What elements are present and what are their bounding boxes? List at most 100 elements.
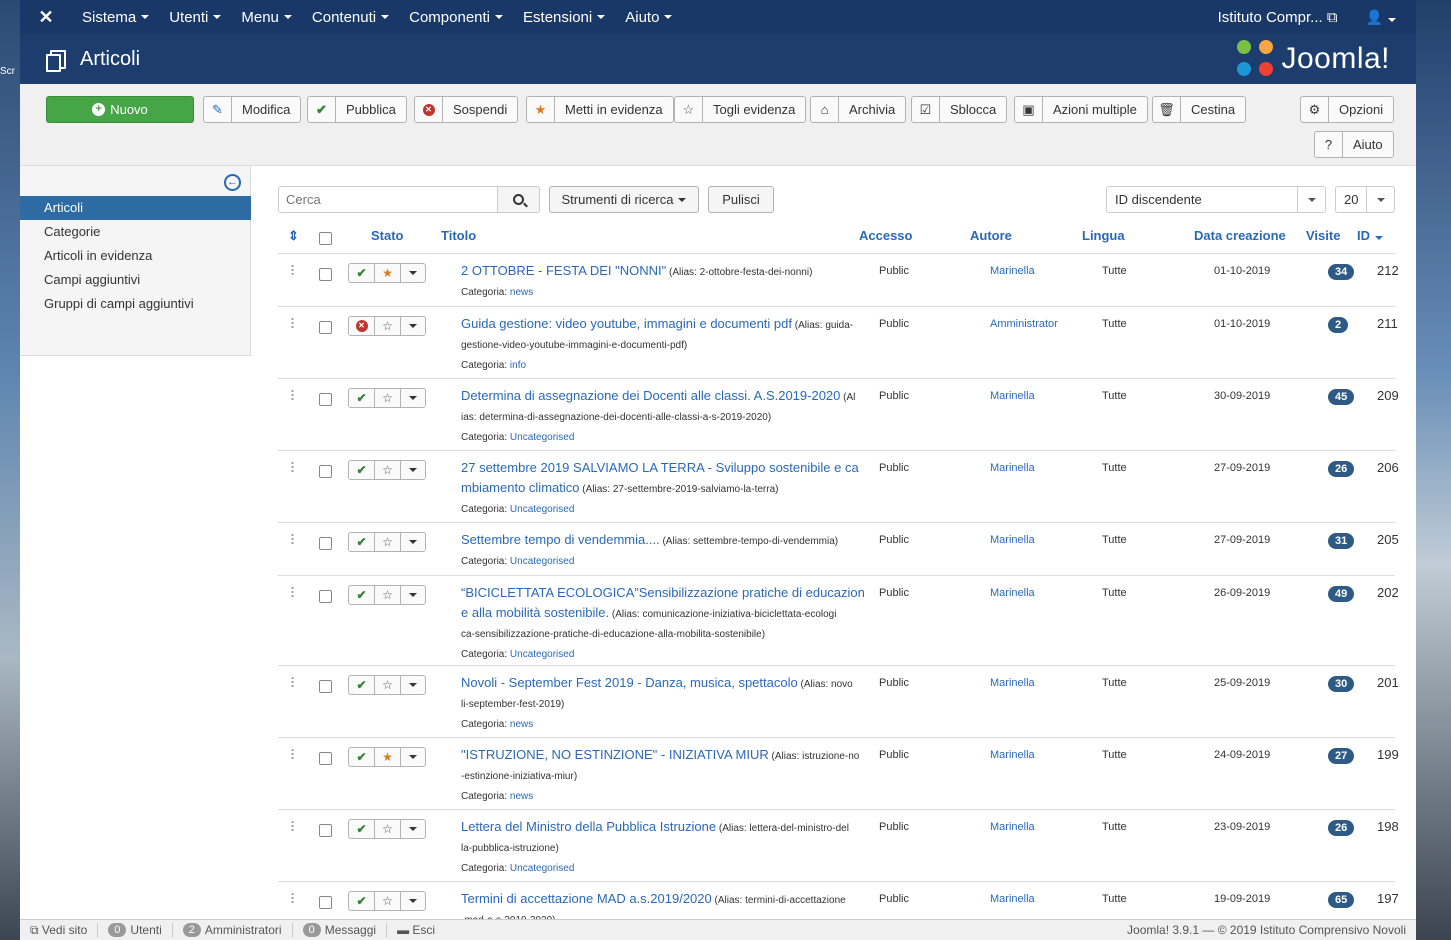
drag-handle-icon[interactable] (291, 676, 294, 687)
category-link[interactable]: news (510, 791, 533, 802)
row-checkbox[interactable] (319, 824, 332, 837)
actions-dropdown-button[interactable] (401, 264, 425, 282)
toggle-featured-button[interactable]: ☆ (375, 586, 401, 604)
article-title-link[interactable]: Lettera del Ministro della Pubblica Istr… (461, 819, 716, 834)
author-link[interactable]: Marinella (990, 587, 1035, 599)
user-menu[interactable]: 👤 (1356, 9, 1416, 26)
help-button[interactable]: ? Aiuto (1314, 131, 1394, 158)
row-checkbox[interactable] (319, 590, 332, 603)
th-created[interactable]: Data creazione (1194, 228, 1286, 243)
sidebar-item-fields[interactable]: Campi aggiuntivi (20, 268, 251, 292)
sidebar-item-categorie[interactable]: Categorie (20, 220, 251, 244)
menu-componenti[interactable]: Componenti (399, 0, 513, 34)
messages-link[interactable]: 0 Messaggi (293, 923, 388, 937)
logout-link[interactable]: ▬ Esci (387, 923, 445, 937)
sidebar-item-articoli[interactable]: Articoli (20, 196, 251, 220)
author-link[interactable]: Marinella (990, 534, 1035, 546)
toggle-published-button[interactable]: ✔ (349, 461, 375, 479)
toggle-featured-button[interactable]: ☆ (375, 317, 401, 335)
options-button[interactable]: ⚙ Opzioni (1300, 96, 1395, 123)
actions-dropdown-button[interactable] (401, 820, 425, 838)
sidebar-item-featured[interactable]: Articoli in evidenza (20, 244, 251, 268)
ordering-select[interactable]: ID discendente (1106, 186, 1326, 213)
row-checkbox[interactable] (319, 268, 332, 281)
checkin-button[interactable]: ☑ Sblocca (911, 96, 1008, 123)
site-link[interactable]: Istituto Compr... ⧉ (1200, 9, 1356, 26)
row-checkbox[interactable] (319, 896, 332, 909)
search-button[interactable] (497, 186, 540, 213)
article-title-link[interactable]: "ISTRUZIONE, NO ESTINZIONE" - INIZIATIVA… (461, 747, 769, 762)
toggle-published-button[interactable]: ✔ (349, 820, 375, 838)
drag-handle-icon[interactable] (291, 461, 294, 472)
actions-dropdown-button[interactable] (401, 533, 425, 551)
article-title-link[interactable]: Settembre tempo di vendemmia.... (461, 532, 660, 547)
article-title-link[interactable]: Termini di accettazione MAD a.s.2019/202… (461, 891, 712, 906)
toggle-featured-button[interactable]: ☆ (375, 461, 401, 479)
feature-button[interactable]: ★ Metti in evidenza (526, 96, 674, 123)
sort-ordering-icon[interactable]: ⇕ (288, 228, 299, 244)
new-button[interactable]: + Nuovo (46, 96, 194, 123)
search-tools-button[interactable]: Strumenti di ricerca (549, 186, 699, 213)
menu-contenuti[interactable]: Contenuti (302, 0, 399, 34)
article-title-link[interactable]: Novoli - September Fest 2019 - Danza, mu… (461, 675, 798, 690)
row-checkbox[interactable] (319, 537, 332, 550)
drag-handle-icon[interactable] (291, 820, 294, 831)
select-all-checkbox[interactable] (319, 232, 332, 245)
batch-button[interactable]: ▣ Azioni multiple (1014, 96, 1148, 123)
th-id[interactable]: ID (1357, 228, 1383, 243)
toggle-published-button[interactable]: ✕ (349, 317, 375, 335)
actions-dropdown-button[interactable] (401, 892, 425, 910)
category-link[interactable]: news (510, 719, 533, 730)
actions-dropdown-button[interactable] (401, 748, 425, 766)
limit-select[interactable]: 20 (1335, 186, 1395, 213)
toggle-published-button[interactable]: ✔ (349, 586, 375, 604)
toggle-featured-button[interactable]: ☆ (375, 892, 401, 910)
author-link[interactable]: Marinella (990, 749, 1035, 761)
author-link[interactable]: Marinella (990, 390, 1035, 402)
th-access[interactable]: Accesso (859, 228, 912, 243)
toggle-published-button[interactable]: ✔ (349, 892, 375, 910)
admins-link[interactable]: 2 Amministratori (173, 923, 293, 937)
category-link[interactable]: Uncategorised (510, 649, 574, 660)
drag-handle-icon[interactable] (291, 264, 294, 275)
toggle-published-button[interactable]: ✔ (349, 748, 375, 766)
actions-dropdown-button[interactable] (401, 317, 425, 335)
publish-button[interactable]: ✔ Pubblica (307, 96, 407, 123)
article-title-link[interactable]: “BICICLETTATA ECOLOGICA”Sensibilizzazion… (461, 585, 865, 600)
author-link[interactable]: Marinella (990, 265, 1035, 277)
actions-dropdown-button[interactable] (401, 389, 425, 407)
sidebar-item-field-groups[interactable]: Gruppi di campi aggiuntivi (20, 292, 251, 316)
category-link[interactable]: info (510, 360, 526, 371)
unfeature-button[interactable]: ☆ Togli evidenza (674, 96, 807, 123)
actions-dropdown-button[interactable] (401, 586, 425, 604)
toggle-featured-button[interactable]: ☆ (375, 820, 401, 838)
view-site-link[interactable]: ⧉ Vedi sito (20, 923, 99, 937)
menu-estensioni[interactable]: Estensioni (513, 0, 615, 34)
article-title-link[interactable]: Determina di assegnazione dei Docenti al… (461, 388, 840, 403)
author-link[interactable]: Marinella (990, 893, 1035, 905)
actions-dropdown-button[interactable] (401, 676, 425, 694)
drag-handle-icon[interactable] (291, 317, 294, 328)
drag-handle-icon[interactable] (291, 748, 294, 759)
row-checkbox[interactable] (319, 393, 332, 406)
article-title-link[interactable]: Guida gestione: video youtube, immagini … (461, 316, 792, 331)
toggle-featured-button[interactable]: ☆ (375, 676, 401, 694)
article-title-link[interactable]: 2 OTTOBRE - FESTA DEI "NONNI" (461, 263, 666, 278)
row-checkbox[interactable] (319, 321, 332, 334)
row-checkbox[interactable] (319, 465, 332, 478)
joomla-menu-icon[interactable]: ✕ (20, 7, 72, 28)
author-link[interactable]: Marinella (990, 677, 1035, 689)
menu-menu[interactable]: Menu (231, 0, 302, 34)
th-state[interactable]: Stato (371, 228, 404, 243)
article-title-link[interactable]: 27 settembre 2019 SALVIAMO LA TERRA - Sv… (461, 460, 859, 475)
category-link[interactable]: Uncategorised (510, 432, 574, 443)
th-title[interactable]: Titolo (441, 228, 476, 243)
category-link[interactable]: Uncategorised (510, 504, 574, 515)
toggle-featured-button[interactable]: ★ (375, 264, 401, 282)
toggle-published-button[interactable]: ✔ (349, 264, 375, 282)
th-hits[interactable]: Visite (1306, 228, 1340, 243)
drag-handle-icon[interactable] (291, 892, 294, 903)
edit-button[interactable]: ✎ Modifica (203, 96, 302, 123)
menu-sistema[interactable]: Sistema (72, 0, 159, 34)
row-checkbox[interactable] (319, 752, 332, 765)
